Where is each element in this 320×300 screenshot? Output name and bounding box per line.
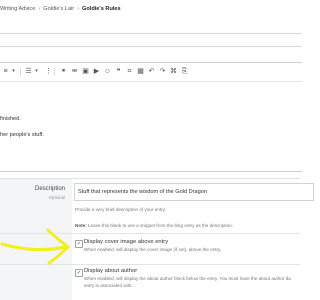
note-prefix: Note: <box>75 223 87 228</box>
about-author-description-line1: When enabled, will display the about aut… <box>84 276 291 281</box>
more-options-icon[interactable]: ⋮ <box>44 67 53 76</box>
description-help: Provide a very brief description of your… <box>75 207 166 212</box>
cover-image-checkbox[interactable]: ✓ <box>75 240 83 248</box>
table-icon[interactable]: ▦ <box>136 67 145 76</box>
row-divider <box>0 233 300 234</box>
dropdown-chevron-icon[interactable]: ▾ <box>9 67 18 76</box>
breadcrumb-separator: › <box>77 6 80 12</box>
code-icon[interactable]: ⌗ <box>125 67 134 76</box>
drafts-icon[interactable]: ⎘ <box>180 67 189 76</box>
quote-icon[interactable]: ❝ <box>114 67 123 76</box>
image-icon[interactable]: ▣ <box>81 67 90 76</box>
undo-icon[interactable]: ↶ <box>147 67 156 76</box>
description-note: Note: Leave this blank to use a snippet … <box>75 223 233 228</box>
cover-image-description: When enabled, will display the cover ima… <box>84 247 222 252</box>
breadcrumb-item-goldies-rules[interactable]: Goldie's Rules <box>82 6 121 12</box>
breadcrumb-item-goldies-lair[interactable]: Goldie's Lair <box>43 6 74 12</box>
smilie-icon[interactable]: ☺ <box>103 67 112 76</box>
editor-text-line: finished. <box>0 116 21 122</box>
breadcrumb-item-writing-advice[interactable]: Writing Advice <box>0 6 35 12</box>
toolbar-divider <box>54 68 55 76</box>
description-input[interactable] <box>74 183 314 201</box>
description-label: Description <box>34 186 65 192</box>
about-author-description-line2: entry is associated with. <box>84 283 133 288</box>
description-optional-label: Optional <box>48 195 65 200</box>
breadcrumb-separator: › <box>38 6 41 12</box>
align-chevron-icon[interactable]: ▾ <box>32 67 41 76</box>
editor-toolbar: ≡ ▾ ☰ ▾ ⋮ ⚭ ⚮ ▣ ▶ ☺ ❝ ⌗ ▦ ↶ ↷ ⌘ ⎘ <box>0 63 302 82</box>
link-icon[interactable]: ⚭ <box>59 67 68 76</box>
toolbar-divider <box>20 68 21 76</box>
rich-text-editor[interactable]: ≡ ▾ ☰ ▾ ⋮ ⚭ ⚮ ▣ ▶ ☺ ❝ ⌗ ▦ ↶ ↷ ⌘ ⎘ finish… <box>0 62 302 172</box>
title-field[interactable] <box>0 33 302 47</box>
note-text: Leave this blank to use a snippet from t… <box>86 223 234 228</box>
unlink-icon[interactable]: ⚮ <box>70 67 79 76</box>
redo-icon[interactable]: ↷ <box>158 67 167 76</box>
media-icon[interactable]: ▶ <box>92 67 101 76</box>
cover-image-label[interactable]: Display cover image above entry <box>84 239 168 245</box>
toggle-bbcode-icon[interactable]: ⌘ <box>169 67 178 76</box>
about-author-label[interactable]: Display about author <box>84 268 137 274</box>
editor-text-line: her people's stuff. <box>0 132 44 138</box>
row-divider <box>0 178 300 179</box>
row-divider <box>0 264 300 265</box>
breadcrumb: Writing Advice › Goldie's Lair › Goldie's Ru… <box>0 0 300 18</box>
about-author-checkbox[interactable]: ✓ <box>75 269 83 277</box>
